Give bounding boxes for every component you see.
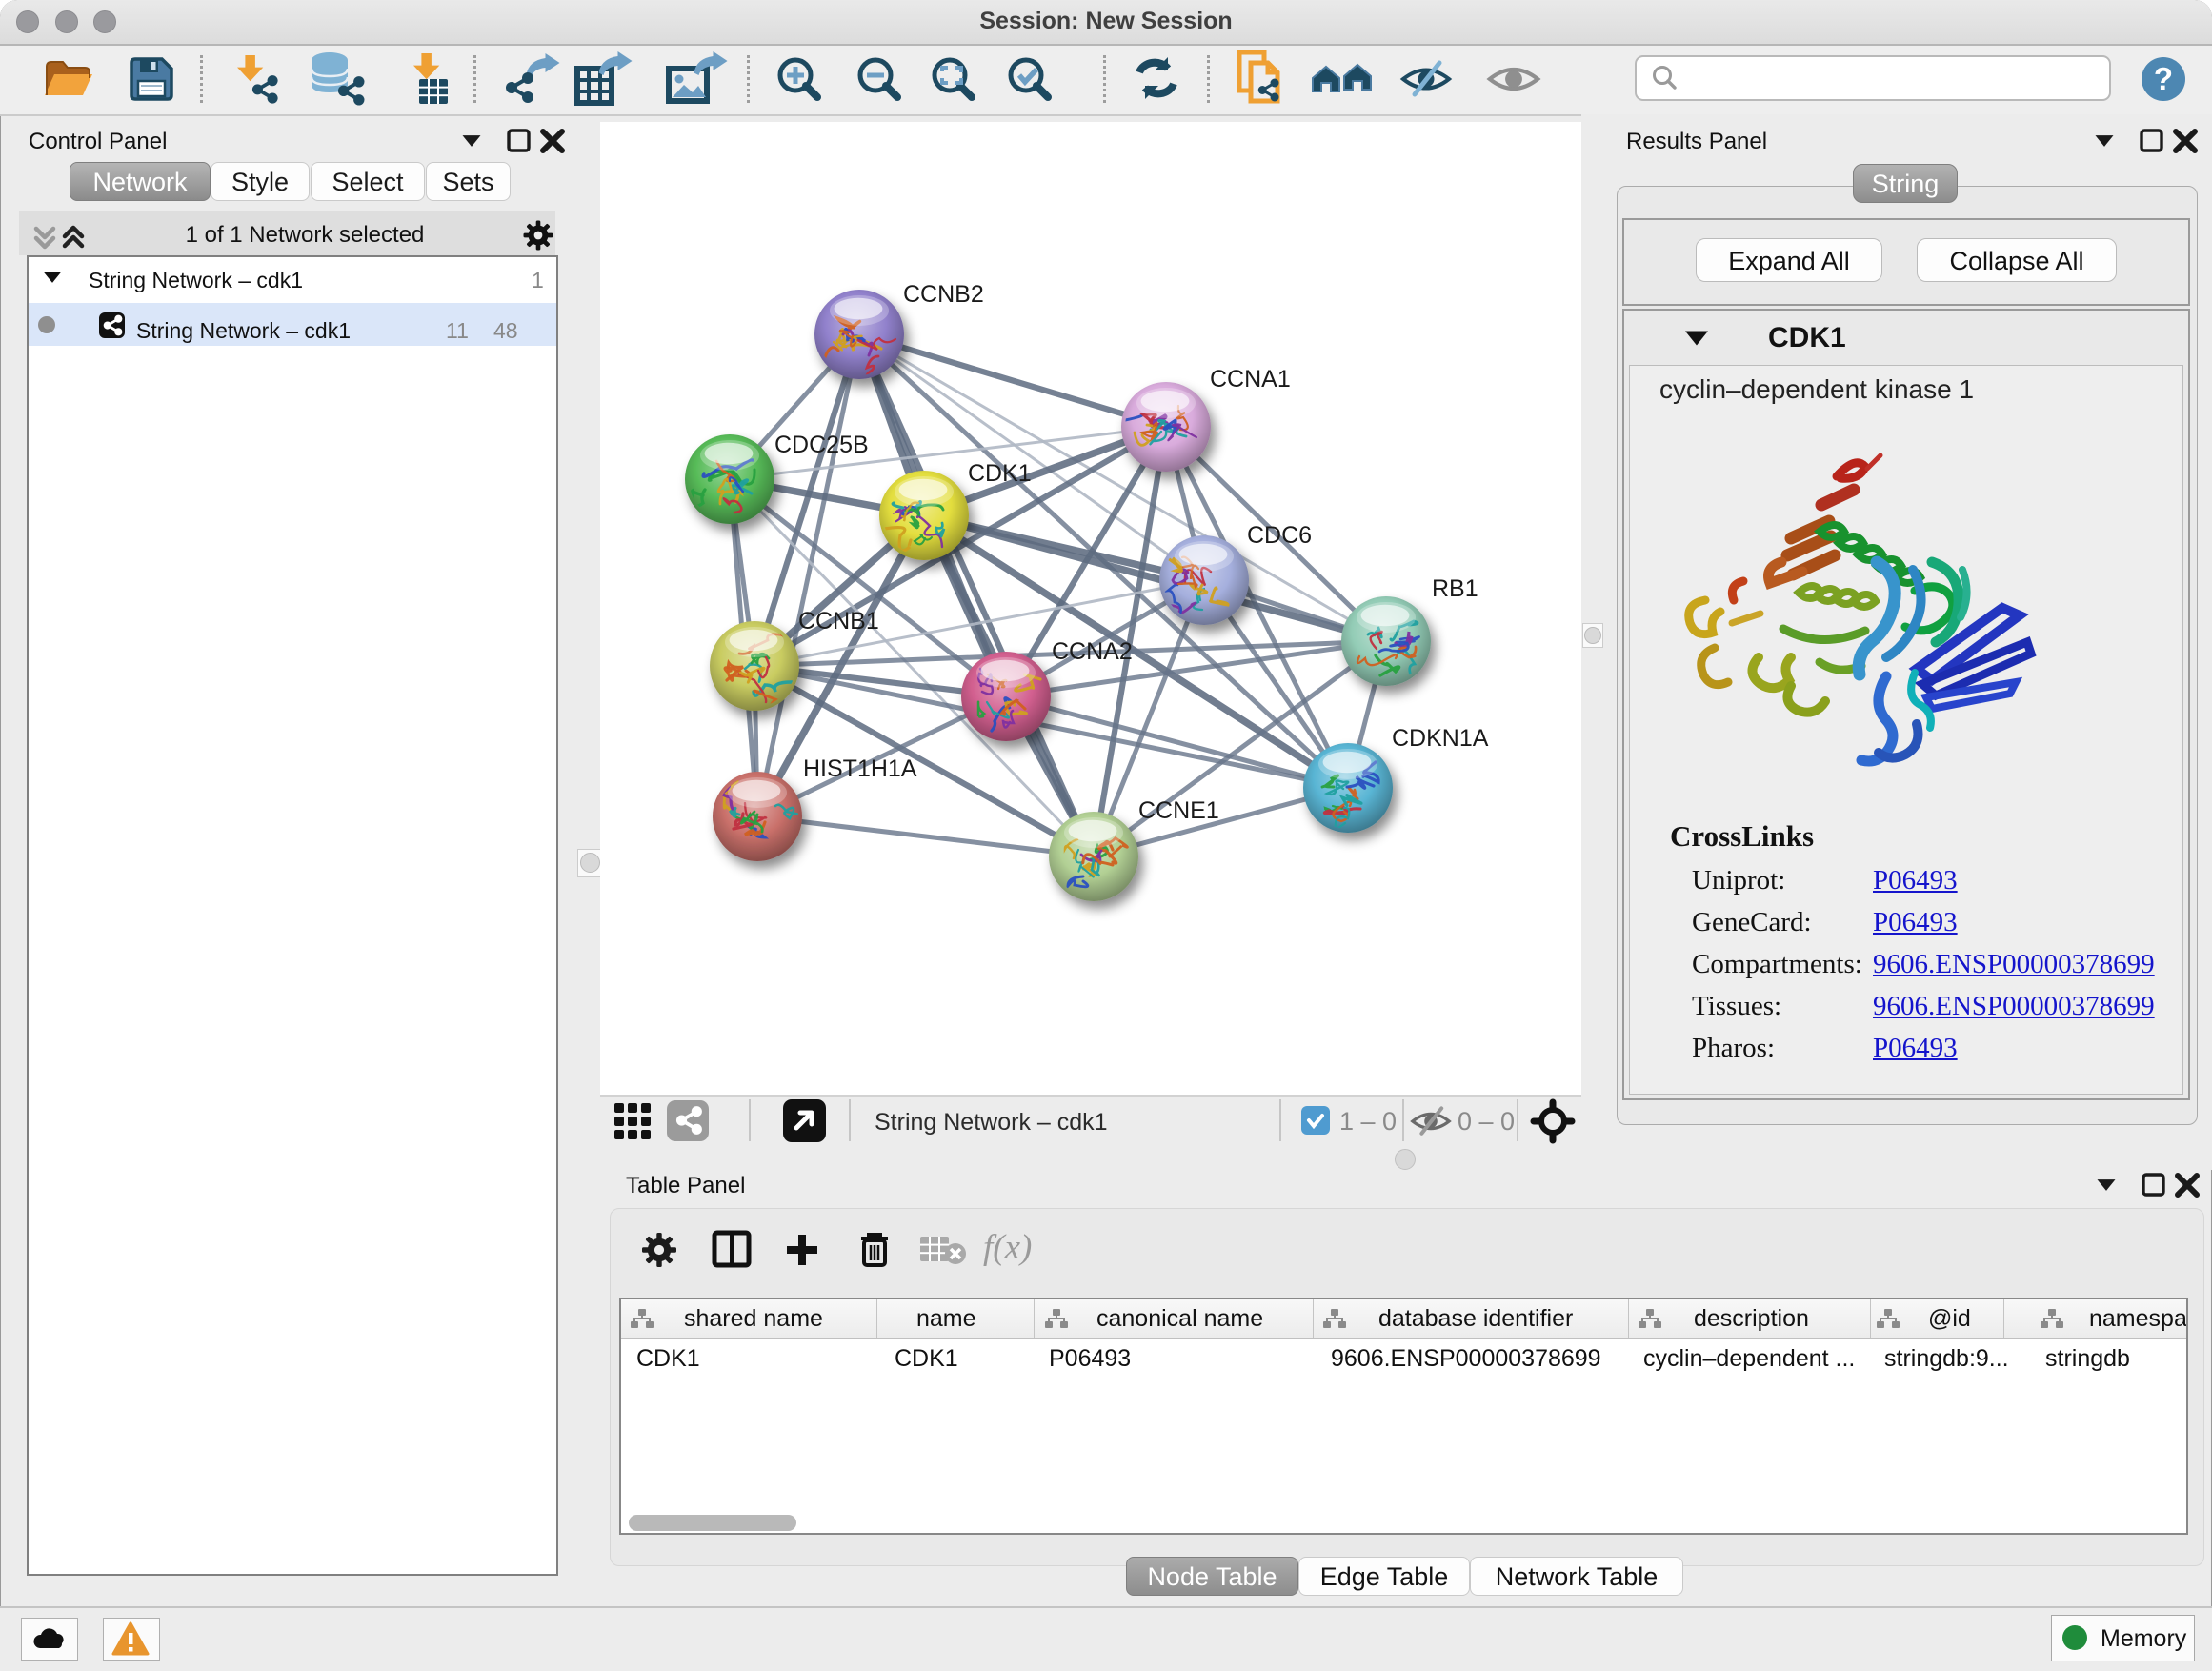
svg-text:CCNE1: CCNE1 bbox=[1138, 797, 1219, 824]
svg-text:CDKN1A: CDKN1A bbox=[1392, 725, 1489, 752]
svg-text:CCNB2: CCNB2 bbox=[903, 281, 984, 308]
svg-text:CDK1: CDK1 bbox=[968, 460, 1032, 487]
svg-text:CCNA1: CCNA1 bbox=[1210, 366, 1291, 393]
svg-text:HIST1H1A: HIST1H1A bbox=[803, 755, 917, 782]
svg-text:CCNB1: CCNB1 bbox=[798, 608, 879, 634]
svg-text:RB1: RB1 bbox=[1432, 575, 1478, 602]
svg-text:CCNA2: CCNA2 bbox=[1052, 638, 1133, 665]
svg-text:CDC25B: CDC25B bbox=[774, 432, 869, 458]
svg-text:CDC6: CDC6 bbox=[1247, 522, 1312, 549]
